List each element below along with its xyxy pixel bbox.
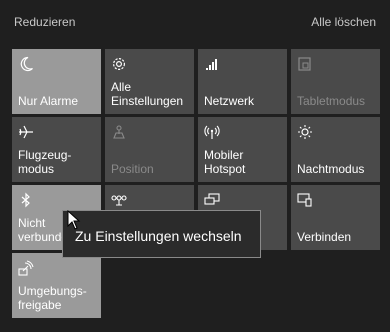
collapse-link[interactable]: Reduzieren [14,15,75,29]
tile-connect[interactable]: Verbinden [291,185,380,250]
tile-mobile-hotspot[interactable]: Mobiler Hotspot [198,117,287,182]
airplane-icon [18,124,34,140]
tile-label: Flugzeug- modus [18,148,72,176]
project-icon [204,192,220,208]
moon-icon [18,56,34,72]
tile-label: Nachtmodus [297,162,365,176]
tile-label: Alle Einstellungen [111,80,184,108]
tile-label: Position [111,162,154,176]
hotspot-icon [204,124,220,140]
tablet-mode-icon [297,56,313,72]
network-icon [204,56,220,72]
tile-airplane-mode[interactable]: Flugzeug- modus [12,117,101,182]
tile-label: Tabletmodus [297,94,366,108]
action-center-header: Reduzieren Alle löschen [0,0,390,44]
tile-night-light[interactable]: Nachtmodus [291,117,380,182]
tile-label: Umgebungs- freigabe [18,284,87,312]
tile-nearby-sharing[interactable]: Umgebungs- freigabe [12,253,101,318]
night-light-icon [297,124,313,140]
tile-all-settings[interactable]: Alle Einstellungen [105,49,194,114]
mouse-cursor-icon [67,210,81,230]
tile-label: Verbinden [297,230,352,244]
gear-icon [111,56,127,72]
vpn-icon [111,192,127,208]
nearby-sharing-icon [18,260,34,276]
bluetooth-icon [18,192,34,208]
clear-all-link[interactable]: Alle löschen [311,15,376,29]
location-icon [111,124,127,140]
tile-tablet-mode[interactable]: Tabletmodus [291,49,380,114]
tooltip: Zu Einstellungen wechseln [62,210,261,258]
tile-location[interactable]: Position [105,117,194,182]
tile-label: Mobiler Hotspot [204,148,246,176]
tile-network[interactable]: Netzwerk [198,49,287,114]
quick-actions-grid: Nur Alarme Alle Einstellungen Netzwerk T… [12,49,380,318]
tile-label: Nur Alarme [18,94,79,108]
tile-quiet-hours[interactable]: Nur Alarme [12,49,101,114]
connect-icon [297,192,313,208]
tile-label: Netzwerk [204,94,255,108]
